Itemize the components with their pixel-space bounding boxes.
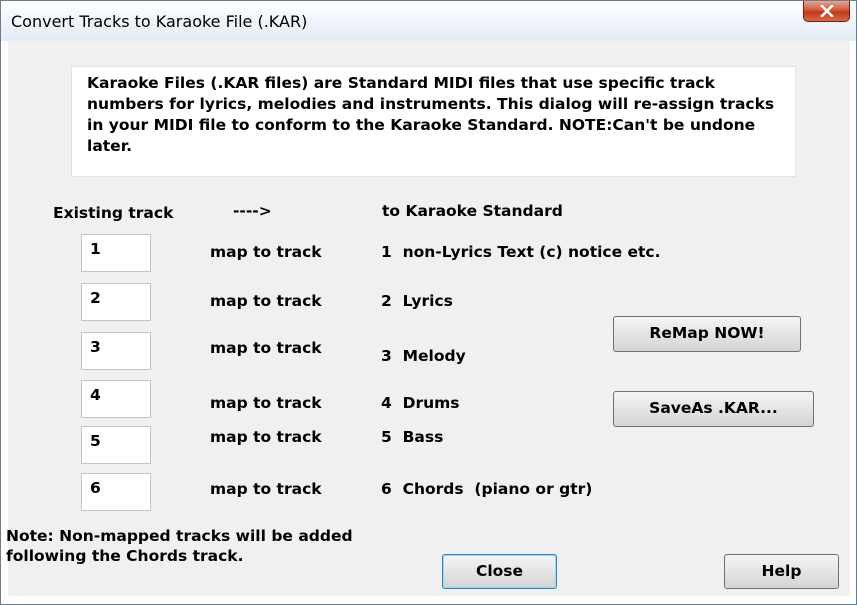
close-icon [820,5,834,17]
karaoke-standard-header: to Karaoke Standard [382,202,563,220]
close-button[interactable]: Close [442,554,557,589]
map-to-track-label: map to track [210,480,322,498]
target-track-label: 5 Bass [381,428,444,446]
description-text: Karaoke Files (.KAR files) are Standard … [71,66,796,177]
target-track-label: 4 Drums [381,394,460,412]
map-to-track-label: map to track [210,339,322,357]
track-5-input[interactable]: 5 [81,426,151,464]
existing-track-header: Existing track [53,204,174,222]
save-as-kar-button[interactable]: SaveAs .KAR... [613,391,814,427]
note-line-1: Note: Non-mapped tracks will be added [6,527,353,545]
track-1-input[interactable]: 1 [81,234,151,272]
map-to-track-label: map to track [210,394,322,412]
arrow-label: ----> [233,202,272,220]
dialog-title: Convert Tracks to Karaoke File (.KAR) [11,12,308,31]
dialog-body: Karaoke Files (.KAR files) are Standard … [6,41,850,596]
map-to-track-label: map to track [210,292,322,310]
close-window-button[interactable] [803,1,850,22]
help-button[interactable]: Help [724,554,839,589]
target-track-label: 2 Lyrics [381,292,453,310]
track-2-input[interactable]: 2 [81,283,151,321]
track-4-input[interactable]: 4 [81,380,151,418]
title-bar: Convert Tracks to Karaoke File (.KAR) [1,1,856,41]
target-track-label: 6 Chords (piano or gtr) [381,480,593,498]
target-track-label: 1 non-Lyrics Text (c) notice etc. [381,243,661,261]
map-to-track-label: map to track [210,243,322,261]
note-line-2: following the Chords track. [6,547,244,565]
dialog-window: Convert Tracks to Karaoke File (.KAR) Ka… [0,0,857,605]
target-track-label: 3 Melody [381,347,466,365]
track-3-input[interactable]: 3 [81,332,151,370]
remap-now-button[interactable]: ReMap NOW! [613,316,801,352]
track-6-input[interactable]: 6 [81,473,151,511]
map-to-track-label: map to track [210,428,322,446]
